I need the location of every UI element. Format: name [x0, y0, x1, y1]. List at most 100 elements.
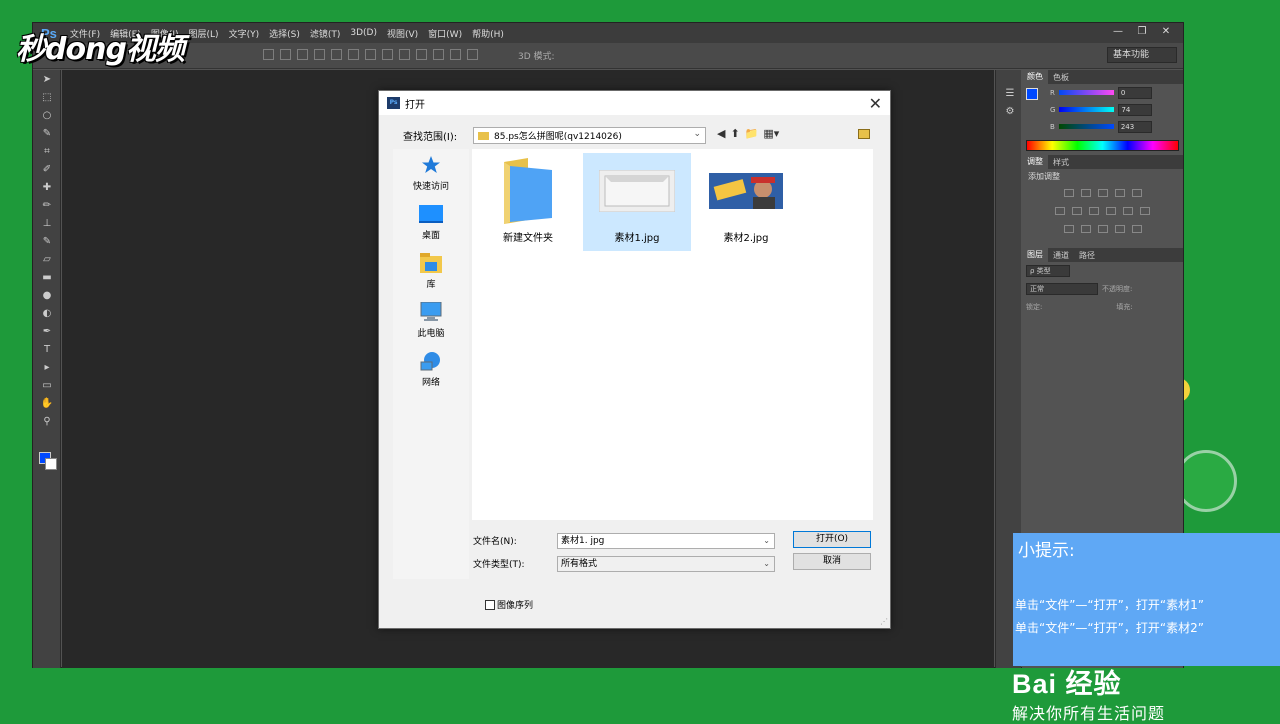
posterize-icon[interactable] [1080, 225, 1091, 233]
distribute-icon[interactable] [433, 49, 444, 60]
properties-panel-icon[interactable]: ⚙ [996, 102, 1024, 120]
menu-help[interactable]: 帮助(H) [467, 27, 509, 40]
tab-paths[interactable]: 路径 [1074, 250, 1100, 261]
r-value[interactable]: 0 [1117, 86, 1152, 99]
cancel-button[interactable]: 取消 [793, 553, 871, 570]
align-icon[interactable] [297, 49, 308, 60]
workspace-select[interactable]: 基本功能 [1107, 47, 1177, 63]
align-icon[interactable] [331, 49, 342, 60]
history-panel-icon[interactable]: ☰ [996, 84, 1024, 102]
distribute-icon[interactable] [399, 49, 410, 60]
menu-layer[interactable]: 图层(L) [184, 27, 224, 40]
zoom-tool-icon[interactable]: ⚲ [33, 412, 61, 430]
g-slider[interactable] [1059, 107, 1115, 112]
place-network[interactable]: 网络 [393, 345, 469, 394]
chevron-down-icon[interactable]: ⌄ [763, 534, 770, 548]
color-balance-icon[interactable] [1072, 207, 1082, 215]
quick-select-tool-icon[interactable]: ✎ [33, 124, 61, 142]
back-icon[interactable]: ◀ [717, 127, 725, 140]
crop-tool-icon[interactable]: ⌗ [33, 142, 61, 160]
black-white-icon[interactable] [1089, 207, 1099, 215]
blur-tool-icon[interactable]: ● [33, 286, 61, 304]
resize-grip-icon[interactable]: ⋰ [880, 617, 888, 626]
lasso-tool-icon[interactable]: ○ [33, 106, 61, 124]
g-value[interactable]: 74 [1118, 103, 1153, 116]
threshold-icon[interactable] [1097, 225, 1108, 233]
b-slider[interactable] [1058, 124, 1114, 129]
menu-3d[interactable]: 3D(D) [345, 28, 382, 38]
r-slider[interactable] [1058, 90, 1114, 95]
align-icon[interactable] [314, 49, 325, 60]
distribute-icon[interactable] [365, 49, 376, 60]
shape-tool-icon[interactable]: ▭ [33, 376, 61, 394]
invert-icon[interactable] [1063, 225, 1074, 233]
up-folder-icon[interactable]: ⬆ [730, 127, 739, 140]
b-value[interactable]: 243 [1117, 120, 1152, 133]
tab-color[interactable]: 颜色 [1022, 70, 1048, 84]
menu-view[interactable]: 视图(V) [382, 27, 423, 40]
history-brush-tool-icon[interactable]: ✎ [33, 232, 61, 250]
photo-filter-icon[interactable] [1106, 207, 1116, 215]
place-this-pc[interactable]: 此电脑 [393, 296, 469, 345]
place-quick-access[interactable]: 快速访问 [393, 149, 469, 198]
image-sequence-checkbox[interactable] [485, 599, 495, 610]
lookup-icon[interactable] [1140, 207, 1150, 215]
tab-styles[interactable]: 样式 [1048, 157, 1074, 168]
channel-mixer-icon[interactable] [1123, 207, 1133, 215]
path-select-tool-icon[interactable]: ▸ [33, 358, 61, 376]
distribute-icon[interactable] [416, 49, 427, 60]
align-icon[interactable] [280, 49, 291, 60]
place-desktop[interactable]: 桌面 [393, 198, 469, 247]
color-spectrum[interactable] [1026, 140, 1179, 151]
background-color-swatch[interactable] [45, 458, 57, 470]
close-button[interactable]: ✕ [1155, 25, 1177, 39]
distribute-icon[interactable] [450, 49, 461, 60]
exposure-icon[interactable] [1114, 189, 1125, 197]
hand-tool-icon[interactable]: ✋ [33, 394, 61, 412]
file-item-image[interactable]: 素材2.jpg [692, 153, 800, 251]
blend-mode-select[interactable]: 正常 [1026, 283, 1098, 295]
hue-icon[interactable] [1055, 207, 1065, 215]
levels-icon[interactable] [1080, 189, 1091, 197]
gradient-tool-icon[interactable]: ▬ [33, 268, 61, 286]
type-tool-icon[interactable]: T [33, 340, 61, 358]
dodge-tool-icon[interactable]: ◐ [33, 304, 61, 322]
open-button[interactable]: 打开(O) [793, 531, 871, 548]
gradient-map-icon[interactable] [1114, 225, 1125, 233]
tab-layers[interactable]: 图层 [1022, 248, 1048, 262]
tab-adjustments[interactable]: 调整 [1022, 155, 1048, 169]
brightness-icon[interactable] [1063, 189, 1074, 197]
selective-color-icon[interactable] [1131, 225, 1142, 233]
menu-window[interactable]: 窗口(W) [423, 27, 467, 40]
file-item-folder[interactable]: 新建文件夹 [474, 153, 582, 251]
vibrance-icon[interactable] [1131, 189, 1142, 197]
place-library[interactable]: 库 [393, 247, 469, 296]
stamp-tool-icon[interactable]: ⊥ [33, 214, 61, 232]
minimize-button[interactable]: — [1107, 25, 1129, 39]
align-icon[interactable] [348, 49, 359, 60]
lookin-select[interactable]: 85.ps怎么拼图呢(qv1214026) ⌄ [473, 127, 706, 144]
file-item-selected[interactable]: 素材1.jpg [583, 153, 691, 251]
tab-swatches[interactable]: 色板 [1048, 72, 1074, 83]
align-icon[interactable] [263, 49, 274, 60]
create-folder-icon[interactable] [858, 129, 870, 139]
marquee-tool-icon[interactable]: ⬚ [33, 88, 61, 106]
curves-icon[interactable] [1097, 189, 1108, 197]
color-fg-swatch[interactable] [1026, 88, 1038, 100]
new-folder-icon[interactable]: 📁 [745, 127, 759, 140]
filetype-select[interactable]: 所有格式 ⌄ [557, 555, 775, 572]
brush-tool-icon[interactable]: ✏ [33, 196, 61, 214]
layer-kind-select[interactable]: ρ 类型 [1026, 265, 1070, 277]
auto-align-icon[interactable] [467, 49, 478, 60]
menu-type[interactable]: 文字(Y) [224, 27, 265, 40]
pen-tool-icon[interactable]: ✒ [33, 322, 61, 340]
eyedropper-tool-icon[interactable]: ✐ [33, 160, 61, 178]
healing-tool-icon[interactable]: ✚ [33, 178, 61, 196]
move-tool-icon[interactable]: ➤ [33, 70, 61, 88]
filename-input[interactable]: 素材1. jpg ⌄ [557, 532, 775, 549]
view-menu-icon[interactable]: ▦▾ [763, 127, 779, 140]
menu-select[interactable]: 选择(S) [264, 27, 305, 40]
dialog-close-icon[interactable]: ✕ [869, 94, 882, 113]
menu-filter[interactable]: 滤镜(T) [305, 27, 346, 40]
distribute-icon[interactable] [382, 49, 393, 60]
